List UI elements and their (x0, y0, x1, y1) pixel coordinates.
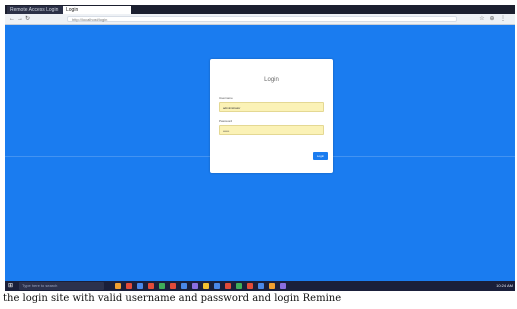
tab-login[interactable]: Login (63, 6, 131, 14)
taskbar-app-icon[interactable] (269, 283, 275, 289)
taskbar-app-icon[interactable] (148, 283, 154, 289)
taskbar-app-icon[interactable] (126, 283, 132, 289)
star-icon[interactable]: ☆ (479, 16, 485, 22)
back-icon[interactable]: ← (9, 16, 15, 22)
username-label: Username (219, 96, 233, 100)
windows-start-icon[interactable]: ⊞ (8, 283, 14, 289)
taskbar-app-icon[interactable] (181, 283, 187, 289)
refresh-icon[interactable]: ↻ (25, 16, 30, 22)
address-bar[interactable]: http://localhost/login (67, 16, 457, 22)
login-title: Login (264, 77, 279, 83)
taskbar-app-icon[interactable] (137, 283, 143, 289)
password-label: Password (219, 119, 233, 123)
forward-icon[interactable]: → (17, 16, 23, 22)
taskbar-app-icon[interactable] (159, 283, 165, 289)
taskbar-app-icon[interactable] (192, 283, 198, 289)
taskbar-app-icon[interactable] (203, 283, 209, 289)
menu-icon[interactable]: ⋮ (500, 16, 506, 22)
password-field[interactable]: •••••• (219, 125, 324, 135)
taskbar: ⊞ Type here to search 10:24 AM (5, 281, 515, 291)
login-button[interactable]: Login (313, 152, 328, 160)
taskbar-app-icon[interactable] (280, 283, 286, 289)
taskbar-app-icon[interactable] (258, 283, 264, 289)
taskbar-app-icon[interactable] (225, 283, 231, 289)
tab-remote-access[interactable]: Remote Access Login (7, 6, 67, 14)
extensions-icon[interactable]: ⊕ (489, 16, 495, 22)
taskbar-app-icon[interactable] (170, 283, 176, 289)
browser-tab-bar: Remote Access Login Login (5, 5, 515, 14)
taskbar-search-input[interactable]: Type here to search (19, 282, 104, 290)
taskbar-app-icon[interactable] (115, 283, 121, 289)
screenshot-caption: the login site with valid username and p… (3, 293, 342, 304)
taskbar-app-icon[interactable] (214, 283, 220, 289)
browser-toolbar: ← → ↻ http://localhost/login ☆ ⊕ ⋮ (5, 14, 515, 25)
username-field[interactable]: administrator (219, 102, 324, 112)
taskbar-app-icon[interactable] (247, 283, 253, 289)
screen: Remote Access Login Login ← → ↻ http://l… (5, 5, 515, 291)
taskbar-app-icon[interactable] (236, 283, 242, 289)
login-card: Login Username administrator Password ••… (210, 59, 333, 173)
system-clock: 10:24 AM (496, 283, 513, 288)
